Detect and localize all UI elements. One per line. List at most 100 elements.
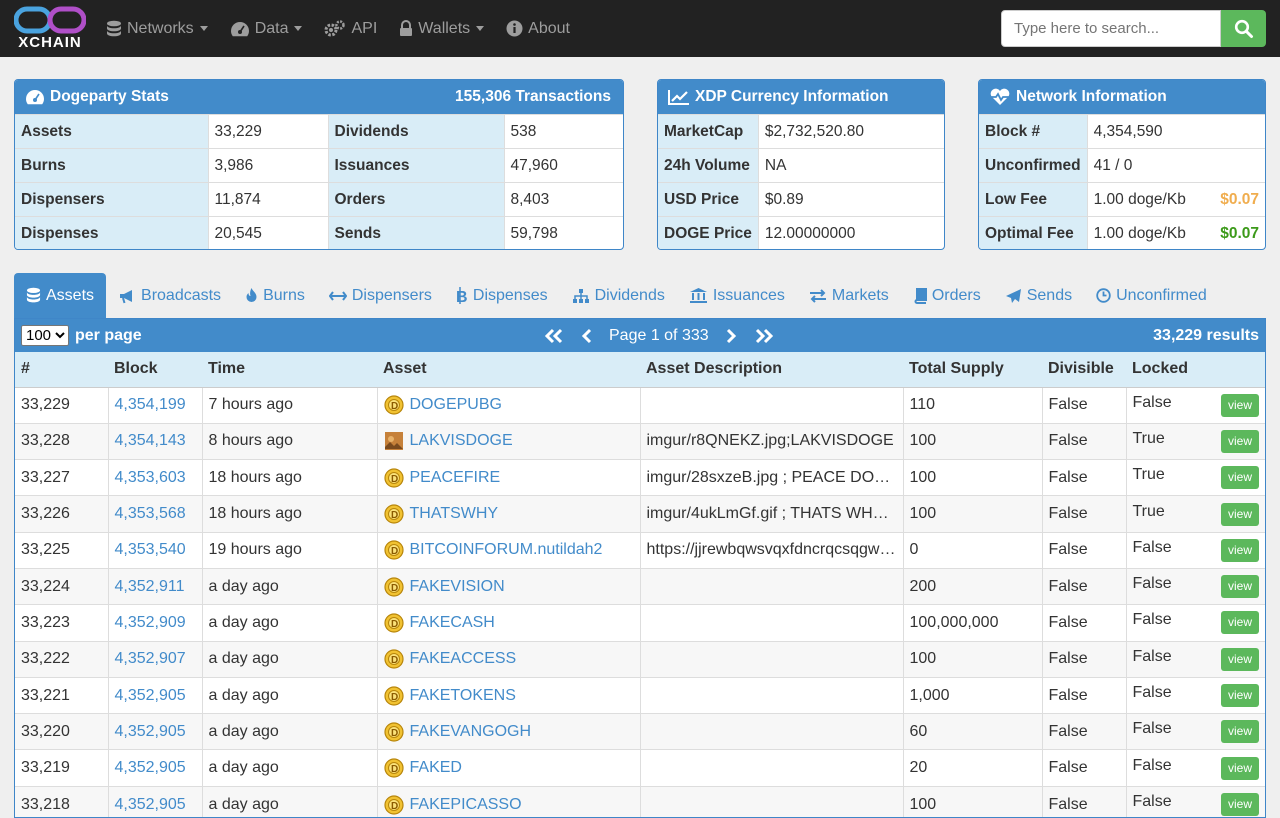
- network-row: Optimal Fee 1.00 doge/Kb $0.07: [979, 216, 1265, 249]
- view-button[interactable]: view: [1220, 393, 1259, 417]
- network-table: Block # 4,354,590 Unconfirmed 41 / 0 Low Fee…: [979, 114, 1265, 249]
- tab-sends[interactable]: Sends: [993, 273, 1084, 318]
- block-link[interactable]: 4,352,905: [107, 785, 202, 817]
- row-number: 33,225: [15, 531, 108, 569]
- view-button[interactable]: view: [1220, 429, 1259, 453]
- results-count: 33,229 results: [1153, 326, 1259, 344]
- asset-description: [639, 713, 903, 750]
- block-link[interactable]: 4,352,905: [107, 713, 202, 750]
- asset-link[interactable]: FAKEACCESS: [410, 650, 517, 667]
- asset-link[interactable]: FAKEVANGOGH: [410, 723, 532, 740]
- next-page-icon[interactable]: [725, 328, 737, 344]
- per-page-select[interactable]: 100: [21, 325, 69, 346]
- block-link[interactable]: 4,354,199: [107, 386, 202, 424]
- column-header[interactable]: #: [15, 352, 108, 388]
- view-button[interactable]: view: [1220, 466, 1259, 490]
- view-button[interactable]: view: [1220, 647, 1259, 671]
- stat-label: Dividends: [327, 114, 504, 149]
- block-link[interactable]: 4,353,540: [107, 531, 202, 569]
- table-row: 33,226 4,353,568 18 hours ago D THATSWHY imgu…: [15, 495, 1265, 533]
- block-link[interactable]: 4,352,907: [107, 640, 202, 678]
- asset-cell: D FAKETOKENS: [376, 676, 640, 714]
- asset-link[interactable]: LAKVISDOGE: [410, 433, 513, 450]
- locked-cell: False view: [1125, 531, 1265, 569]
- asset-description: imgur/28sxzeB.jpg ; PEACE DOGE FIRE: [639, 459, 903, 496]
- total-supply: 100: [902, 785, 1042, 817]
- stat-label: Sends: [327, 216, 504, 249]
- prev-page-icon[interactable]: [581, 328, 593, 344]
- divisible-cell: False: [1041, 749, 1126, 787]
- tab-markets[interactable]: Markets: [797, 273, 901, 318]
- asset-link[interactable]: DOGEPUBG: [410, 396, 502, 413]
- block-link[interactable]: 4,352,905: [107, 676, 202, 714]
- table-row: 33,218 4,352,905 a day ago D FAKEPICASSO 100 F…: [15, 785, 1265, 817]
- tab-unconfirmed[interactable]: Unconfirmed: [1084, 273, 1219, 318]
- logo-infinity-icon: [14, 6, 86, 34]
- xchain-logo[interactable]: XCHAIN: [14, 4, 86, 54]
- nav-about-label: About: [528, 19, 570, 37]
- tab-assets[interactable]: Assets: [14, 273, 107, 318]
- search-input[interactable]: [1001, 10, 1221, 47]
- block-link[interactable]: 4,353,568: [107, 495, 202, 533]
- asset-link[interactable]: FAKEVISION: [410, 578, 505, 595]
- block-link[interactable]: 4,352,909: [107, 604, 202, 642]
- exchange-icon: [809, 288, 827, 303]
- view-button[interactable]: view: [1220, 684, 1259, 708]
- network-row: Unconfirmed 41 / 0: [979, 148, 1265, 183]
- view-button[interactable]: view: [1220, 756, 1259, 780]
- column-header[interactable]: Divisible: [1042, 352, 1126, 388]
- block-link[interactable]: 4,352,905: [107, 749, 202, 787]
- asset-link[interactable]: BITCOINFORUM.nutildah2: [410, 542, 603, 559]
- locked-value: True: [1132, 502, 1165, 520]
- currency-table: MarketCap $2,732,520.80 24h Volume NA USD Pr…: [658, 114, 944, 249]
- search-button[interactable]: [1221, 10, 1266, 47]
- last-page-icon[interactable]: [753, 328, 775, 344]
- column-header[interactable]: Locked: [1126, 352, 1265, 388]
- nav-networks[interactable]: Networks: [106, 20, 208, 38]
- view-button[interactable]: view: [1220, 720, 1259, 744]
- tab-issuances[interactable]: Issuances: [677, 273, 797, 318]
- asset-link[interactable]: PEACEFIRE: [410, 469, 501, 486]
- asset-link[interactable]: FAKED: [410, 759, 462, 776]
- row-number: 33,221: [15, 676, 108, 714]
- asset-link[interactable]: FAKEPICASSO: [410, 796, 522, 813]
- dogecoin-icon: D: [383, 613, 410, 633]
- nav-wallets[interactable]: Wallets: [399, 20, 485, 38]
- view-button[interactable]: view: [1220, 611, 1259, 635]
- asset-link[interactable]: FAKETOKENS: [410, 687, 516, 704]
- tab-orders[interactable]: Orders: [901, 273, 993, 318]
- locked-cell: False view: [1125, 713, 1265, 750]
- network-value: 41 / 0: [1093, 156, 1133, 174]
- block-link[interactable]: 4,354,143: [107, 422, 202, 460]
- tab-broadcasts[interactable]: Broadcasts: [106, 273, 233, 318]
- first-page-icon[interactable]: [543, 328, 565, 344]
- column-header[interactable]: Asset: [377, 352, 640, 388]
- tab-burns[interactable]: Burns: [233, 273, 317, 318]
- asset-description: [639, 386, 903, 424]
- asset-description: [639, 640, 903, 678]
- view-button[interactable]: view: [1220, 502, 1259, 526]
- asset-link[interactable]: THATSWHY: [410, 505, 499, 522]
- nav-api[interactable]: API: [324, 20, 377, 38]
- view-button[interactable]: view: [1220, 575, 1259, 599]
- block-link[interactable]: 4,352,911: [107, 567, 202, 605]
- total-supply: 60: [902, 713, 1042, 750]
- tab-dispensers[interactable]: Dispensers: [317, 273, 444, 318]
- column-header[interactable]: Block: [108, 352, 202, 388]
- view-button[interactable]: view: [1220, 538, 1259, 562]
- divisible-cell: False: [1041, 785, 1126, 817]
- asset-link[interactable]: FAKECASH: [410, 614, 495, 631]
- nav-data[interactable]: Data: [230, 20, 303, 38]
- tab-dispenses[interactable]: B Dispenses: [444, 273, 560, 318]
- asset-description: imgur/r8QNEKZ.jpg;LAKVISDOGE: [639, 422, 903, 460]
- nav-about[interactable]: About: [506, 20, 570, 38]
- currency-value: 12.00000000: [757, 216, 944, 249]
- tab-dividends[interactable]: Dividends: [560, 273, 677, 318]
- block-link[interactable]: 4,353,603: [107, 459, 202, 496]
- column-header[interactable]: Total Supply: [903, 352, 1042, 388]
- row-number: 33,218: [15, 785, 108, 817]
- database-icon: [26, 287, 41, 304]
- column-header[interactable]: Time: [202, 352, 377, 388]
- currency-row: USD Price $0.89: [658, 182, 944, 217]
- column-header[interactable]: Asset Description: [640, 352, 903, 388]
